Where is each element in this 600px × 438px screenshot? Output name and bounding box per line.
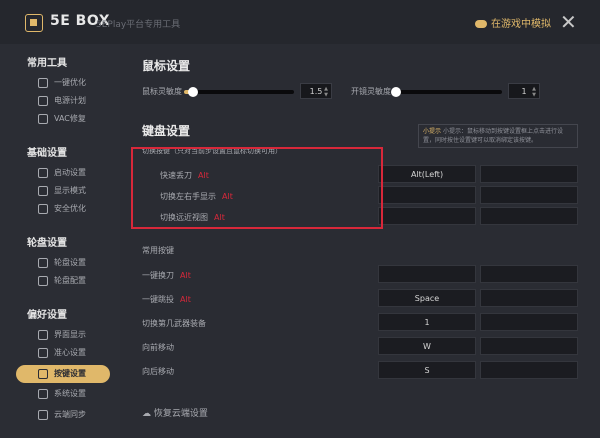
main-content: 鼠标设置 鼠标灵敏度 1.5 ▲ ▼ 开镜灵敏度 1 ▲ ▼ 键盘设置 小提示 小提… — [120, 44, 600, 438]
app-logo-icon — [25, 14, 43, 32]
key-binding-box[interactable]: 1 — [378, 313, 476, 331]
sidebar-item-crosshair[interactable]: 准心设置 — [16, 344, 110, 362]
key-row-label: 切换第几武器装备 — [142, 319, 206, 328]
key-binding-box-alt[interactable] — [480, 265, 578, 283]
highlight-frame — [131, 147, 383, 229]
shield-icon — [38, 204, 48, 214]
sidebar-item-security[interactable]: 安全优化 — [16, 200, 110, 218]
keyboard-section-title: 键盘设置 — [142, 124, 191, 138]
key-binding-box-alt[interactable] — [480, 337, 578, 355]
zoom-label: 开镜灵敏度 — [351, 87, 391, 96]
zoom-slider-knob[interactable] — [391, 87, 402, 97]
sidebar-item-wheel[interactable]: 轮盘设置 — [16, 254, 110, 272]
key-binding-box-alt[interactable] — [480, 361, 578, 379]
key-binding-box-alt[interactable] — [480, 165, 578, 183]
sidebar-group-title: 基础设置 — [27, 148, 67, 159]
display-icon — [38, 186, 48, 196]
key-binding-box[interactable]: S — [378, 361, 476, 379]
sidebar-item-cloud[interactable]: 云端同步 — [16, 406, 110, 424]
interface-icon — [38, 330, 48, 340]
spinner-icon[interactable]: ▲ ▼ — [532, 86, 536, 98]
title-bar: 5E BOX 5EPlay平台专用工具 在游戏中模拟 ✕ — [0, 0, 600, 44]
game-simulate-button[interactable]: 在游戏中模拟 — [475, 15, 551, 30]
gamepad-icon — [475, 20, 487, 28]
config-icon — [38, 276, 48, 286]
key-binding-box[interactable]: Space — [378, 289, 476, 307]
sens-label: 鼠标灵敏度 — [142, 87, 182, 96]
key-row-label: 一键跳投 Alt — [142, 295, 191, 304]
key-binding-box[interactable] — [378, 207, 476, 225]
sidebar-group-title: 常用工具 — [27, 58, 67, 69]
sens-value-input[interactable]: 1.5 ▲ ▼ — [300, 83, 332, 99]
sidebar-item-system[interactable]: 系统设置 — [16, 385, 110, 403]
key-binding-box-alt[interactable] — [480, 289, 578, 307]
sidebar-item-keys[interactable]: 按键设置 — [16, 365, 110, 383]
sidebar-item-vac[interactable]: VAC修复 — [16, 110, 110, 128]
sidebar-item-wheel-config[interactable]: 轮盘配置 — [16, 272, 110, 290]
key-row-label: 一键换刀 Alt — [142, 271, 191, 280]
sidebar-item-startup[interactable]: 启动设置 — [16, 164, 110, 182]
sidebar-item-display[interactable]: 显示模式 — [16, 182, 110, 200]
key-row-label: 向后移动 — [142, 367, 174, 376]
key-binding-box[interactable] — [378, 186, 476, 204]
zoom-value-input[interactable]: 1 ▲ ▼ — [508, 83, 540, 99]
keyboard-tip: 小提示 小提示：鼠标移动到按键设置框上点击进行设置，同时按住设置键可以取消绑定该… — [418, 124, 578, 148]
sens-slider[interactable] — [184, 87, 294, 97]
power-icon — [38, 168, 48, 178]
key-binding-box[interactable]: W — [378, 337, 476, 355]
common-keys-label: 常用按键 — [142, 246, 174, 255]
key-binding-box-alt[interactable] — [480, 186, 578, 204]
list-icon — [38, 389, 48, 399]
crosshair-icon — [38, 348, 48, 358]
monitor-icon — [38, 114, 48, 124]
power-plan-icon — [38, 96, 48, 106]
sidebar-group-title: 轮盘设置 — [27, 238, 67, 249]
app-window: 5E BOX 5EPlay平台专用工具 在游戏中模拟 ✕ 常用工具 一键优化 电… — [0, 0, 600, 438]
sidebar-item-optimize[interactable]: 一键优化 — [16, 74, 110, 92]
key-row-label: 向前移动 — [142, 343, 174, 352]
optimize-icon — [38, 78, 48, 88]
mouse-section-title: 鼠标设置 — [142, 59, 191, 73]
key-binding-box-alt[interactable] — [480, 207, 578, 225]
cloud-sync-icon — [38, 410, 48, 420]
key-binding-box[interactable] — [378, 265, 476, 283]
sidebar-item-power[interactable]: 电源计划 — [16, 92, 110, 110]
sidebar-group-title: 偏好设置 — [27, 310, 67, 321]
bottom-bar: ☁ 恢复云端设置 — [120, 396, 600, 438]
key-binding-box-alt[interactable] — [480, 313, 578, 331]
keyboard-icon — [38, 369, 48, 379]
sens-slider-knob[interactable] — [187, 87, 198, 97]
zoom-slider[interactable] — [391, 87, 502, 97]
close-icon[interactable]: ✕ — [560, 10, 577, 34]
sidebar-item-interface[interactable]: 界面显示 — [16, 326, 110, 344]
spinner-icon[interactable]: ▲ ▼ — [324, 86, 328, 98]
key-binding-box[interactable]: Alt(Left) — [378, 165, 476, 183]
sidebar: 常用工具 一键优化 电源计划 VAC修复 基础设置 启动设置 显示模式 安全优化… — [0, 44, 120, 438]
app-subtitle: 5EPlay平台专用工具 — [96, 20, 181, 30]
wheel-icon — [38, 258, 48, 268]
restore-cloud-button[interactable]: ☁ 恢复云端设置 — [142, 406, 208, 419]
